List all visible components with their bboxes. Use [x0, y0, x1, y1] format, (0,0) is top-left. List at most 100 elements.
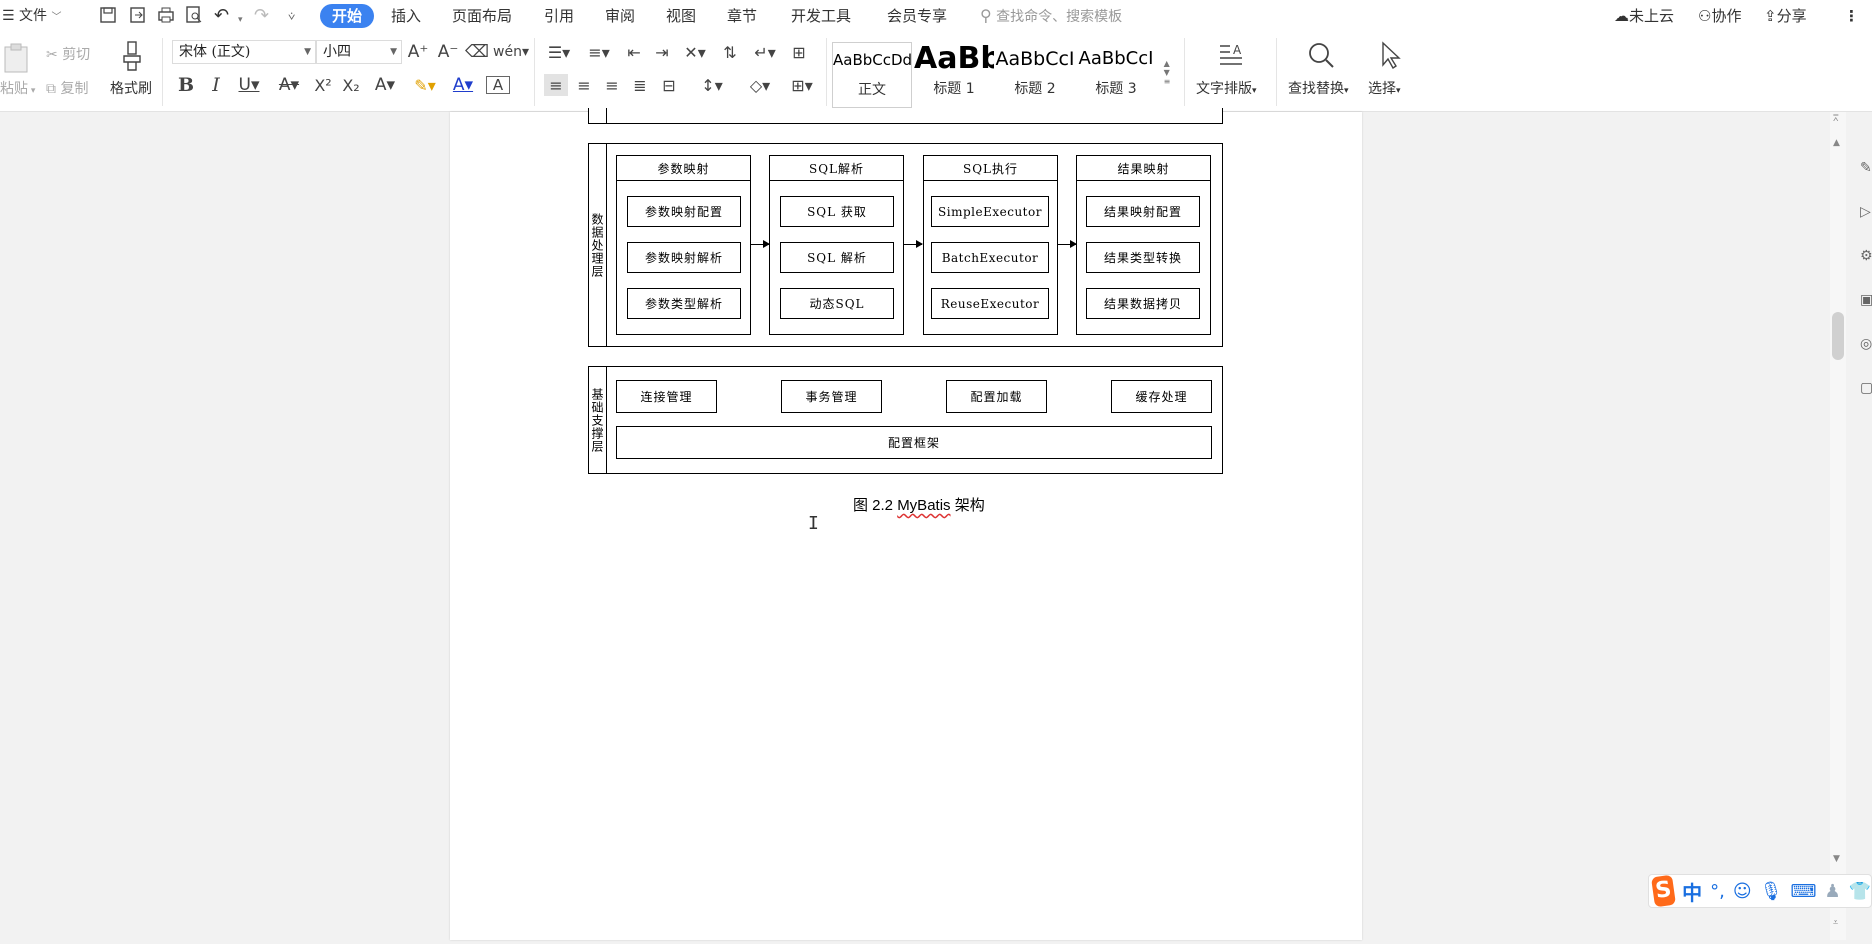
scroll-up-icon[interactable]: ⩞	[1833, 114, 1838, 124]
vertical-scrollbar[interactable]: ⩞ ▲ ▼ ⩡	[1830, 112, 1846, 940]
italic-icon[interactable]: I	[204, 74, 228, 96]
sidebar-bookmark-icon[interactable]: ▷	[1860, 204, 1872, 222]
border-icon[interactable]: ⊞▾	[784, 74, 820, 96]
bold-icon[interactable]: B	[174, 74, 198, 96]
copy-button[interactable]: ⧉ 复制	[46, 78, 88, 98]
sidebar-edit-icon[interactable]: ✎	[1860, 160, 1872, 178]
text-layout-icon[interactable]: A	[1216, 40, 1246, 70]
shrink-font-icon[interactable]: A⁻	[436, 41, 460, 63]
clear-format-icon[interactable]: ⌫	[464, 41, 490, 63]
highlight-icon[interactable]: ✎▾	[408, 74, 442, 96]
tab-home[interactable]: 开始	[320, 4, 375, 28]
ime-language[interactable]: 中	[1682, 877, 1702, 906]
tab-insert[interactable]: 插入	[387, 4, 425, 28]
font-size-select[interactable]: 小四 ▼	[316, 40, 402, 64]
ime-punctuation[interactable]: °,	[1710, 881, 1725, 902]
user-icon[interactable]: ♟	[1824, 881, 1840, 902]
select-button[interactable]: 选择▾	[1368, 78, 1401, 98]
cut-button[interactable]: ✂ 剪切	[46, 44, 90, 64]
style-heading-2[interactable]: AaBbCcI 标题 2	[995, 42, 1075, 108]
style-heading-1[interactable]: AaBb 标题 1	[914, 42, 994, 108]
text-effect-icon[interactable]: A▾	[368, 74, 402, 96]
sidebar-settings-icon[interactable]: ⚙	[1860, 248, 1872, 266]
tab-review[interactable]: 审阅	[601, 4, 639, 28]
text-layout-button[interactable]: 文字排版▾	[1196, 78, 1257, 98]
tab-member[interactable]: 会员专享	[883, 4, 951, 28]
shading-icon[interactable]: ◇▾	[742, 74, 778, 96]
collaborate-button[interactable]: ⚇协作	[1698, 5, 1741, 27]
char-border-icon[interactable]: A	[486, 76, 510, 94]
more-icon[interactable]: ⋮	[1844, 5, 1859, 27]
align-right-icon[interactable]: ≡	[600, 74, 624, 96]
justify-icon[interactable]: ≣	[628, 74, 652, 96]
line-spacing-icon[interactable]: ↕▾	[694, 74, 730, 96]
style-heading-3[interactable]: AaBbCcI 标题 3	[1076, 42, 1156, 108]
style-gallery-scroll-icon[interactable]: ▲ ▼ ≡	[1160, 42, 1174, 102]
flow-arrow	[904, 240, 923, 248]
grow-font-icon[interactable]: A⁺	[406, 41, 430, 63]
bullet-list-icon[interactable]: ☰▾	[544, 41, 574, 63]
paste-icon[interactable]	[2, 42, 30, 74]
sidebar-image-icon[interactable]: ▣	[1860, 292, 1872, 310]
app-menu-button[interactable]: ☰ 文件 ﹀	[2, 6, 61, 26]
sidebar-comment-icon[interactable]: ◎	[1860, 336, 1872, 354]
align-left-icon[interactable]: ≡	[544, 74, 568, 96]
tab-chapter[interactable]: 章节	[723, 4, 761, 28]
tab-page-layout[interactable]: 页面布局	[448, 4, 516, 28]
style-sample: AaBbCcI	[1078, 48, 1154, 69]
decrease-indent-icon[interactable]: ⇤	[622, 41, 646, 63]
print-icon[interactable]	[156, 5, 176, 25]
sogou-logo-icon[interactable]: S	[1651, 874, 1677, 908]
table-tools-icon[interactable]: ⊞	[786, 41, 812, 63]
redo-icon[interactable]: ↷	[254, 6, 269, 26]
print-preview-icon[interactable]	[184, 5, 204, 25]
diagram-node: ReuseExecutor	[931, 288, 1049, 319]
share-button[interactable]: ⇪分享	[1764, 5, 1807, 27]
strikethrough-icon[interactable]: A▾	[272, 74, 306, 96]
underline-icon[interactable]: U▾	[232, 74, 266, 96]
scroll-down-arrow-icon[interactable]: ▼	[1833, 854, 1840, 864]
find-replace-button[interactable]: 查找替换▾	[1288, 78, 1349, 98]
save-icon[interactable]	[98, 5, 118, 25]
format-painter-label[interactable]: 格式刷	[110, 78, 152, 98]
chinese-layout-icon[interactable]: ✕▾	[678, 41, 712, 63]
font-color-icon[interactable]: A▾	[446, 74, 480, 96]
paste-button[interactable]: 粘贴 ▾	[0, 78, 35, 98]
phonetic-guide-icon[interactable]: wén▾	[493, 41, 529, 63]
tab-references[interactable]: 引用	[540, 4, 578, 28]
emoji-icon[interactable]: ☺	[1733, 881, 1752, 902]
tab-view[interactable]: 视图	[662, 4, 700, 28]
tab-developer[interactable]: 开发工具	[787, 4, 855, 28]
diagram-node: 结果映射配置	[1086, 196, 1200, 227]
undo-icon[interactable]: ↶	[214, 6, 229, 26]
sidebar-page-icon[interactable]: ▢	[1860, 380, 1872, 398]
layer-divider	[606, 143, 607, 347]
numbered-list-icon[interactable]: ≡▾	[584, 41, 614, 63]
paragraph-mark-icon[interactable]: ↵▾	[748, 41, 782, 63]
increase-indent-icon[interactable]: ⇥	[650, 41, 674, 63]
font-name-select[interactable]: 宋体 (正文) ▼	[172, 40, 316, 64]
save-as-icon[interactable]	[128, 5, 148, 25]
skin-icon[interactable]: 👕	[1849, 881, 1871, 902]
distributed-icon[interactable]: ⊟	[656, 74, 682, 96]
figure-caption[interactable]: 图 2.2 MyBatis 架构	[853, 494, 985, 515]
align-center-icon[interactable]: ≡	[572, 74, 596, 96]
keyboard-icon[interactable]: ⌨	[1790, 881, 1816, 902]
superscript-icon[interactable]: X²	[310, 74, 336, 96]
cloud-status-button[interactable]: ☁未上云	[1614, 5, 1674, 27]
format-painter-icon[interactable]	[120, 40, 144, 72]
search-icon[interactable]	[1306, 40, 1336, 70]
customize-toolbar-icon[interactable]: ⩒	[288, 6, 295, 26]
undo-dropdown-icon[interactable]: ▾	[238, 10, 243, 30]
ime-toolbar[interactable]: S 中 °, ☺ 🎙 ⌨ ♟ 👕	[1648, 874, 1872, 908]
scrollbar-thumb[interactable]	[1832, 312, 1844, 360]
command-search[interactable]: ⚲ 查找命令、搜索模板	[980, 5, 1122, 27]
subscript-icon[interactable]: X₂	[338, 74, 364, 96]
scroll-up-arrow-icon[interactable]: ▲	[1833, 138, 1840, 148]
style-normal[interactable]: AaBbCcDd 正文	[832, 42, 912, 108]
sort-icon[interactable]: ⇅	[718, 41, 742, 63]
microphone-icon[interactable]: 🎙	[1760, 881, 1783, 902]
command-search-placeholder: 查找命令、搜索模板	[996, 9, 1123, 25]
scroll-down-icon[interactable]: ⩡	[1833, 918, 1838, 928]
cursor-select-icon[interactable]	[1378, 40, 1402, 70]
